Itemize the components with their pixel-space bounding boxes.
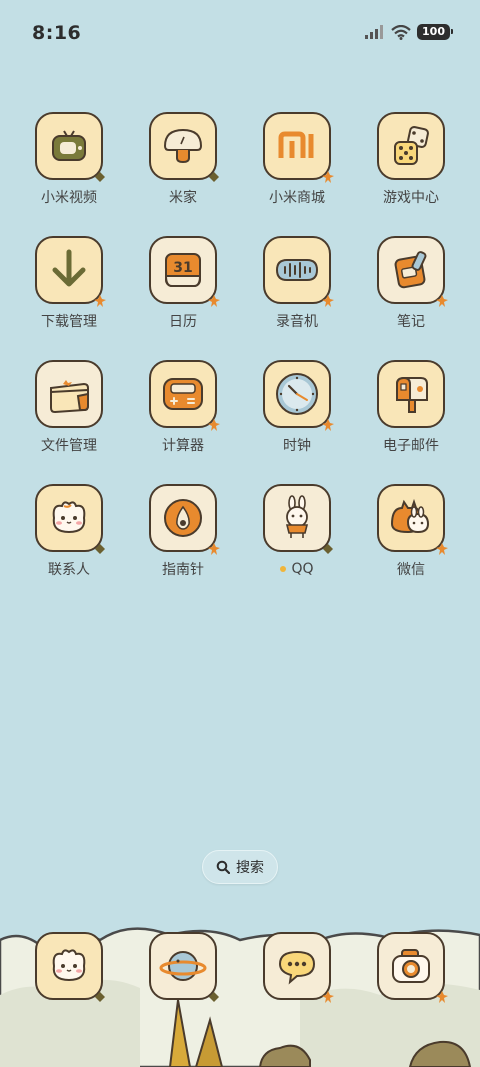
leaf-icon: [208, 543, 220, 555]
app-contacts[interactable]: 联系人: [12, 484, 126, 578]
app-label: QQ: [280, 560, 314, 578]
leaf-icon: [209, 172, 219, 182]
leaf-icon: [209, 992, 219, 1002]
new-install-dot: [280, 566, 287, 572]
app-label: 文件管理: [41, 438, 97, 454]
app-compass[interactable]: 指南针: [126, 484, 240, 578]
search-label: 搜索: [236, 860, 264, 876]
search-icon: [216, 860, 230, 874]
app-file-manager[interactable]: 文件管理: [12, 360, 126, 454]
leaf-icon: [322, 295, 334, 307]
app-label: 指南针: [162, 562, 204, 578]
planet-icon: [159, 951, 207, 981]
battery-icon: 100: [417, 24, 453, 40]
status-bar: 8:16 100: [0, 0, 480, 68]
app-wechat[interactable]: 微信: [354, 484, 468, 578]
app-label: 下载管理: [41, 314, 97, 330]
calendar-icon: 31: [164, 253, 202, 287]
download-arrow-icon: [52, 249, 86, 287]
app-grid: 小米视频 米家 小米商城 游戏中心 下载管理 31 日历 录音机 笔记 文件管理…: [12, 112, 468, 578]
mi-logo-icon: [278, 131, 314, 158]
leaf-icon: [323, 544, 333, 554]
leaf-icon: [322, 991, 334, 1003]
app-label: 游戏中心: [383, 190, 439, 206]
leaf-icon: [436, 295, 448, 307]
leaf-icon: [436, 991, 448, 1003]
app-game-center[interactable]: 游戏中心: [354, 112, 468, 206]
mailbox-icon: [396, 376, 428, 413]
app-downloads[interactable]: 下载管理: [12, 236, 126, 330]
search-button[interactable]: 搜索: [202, 850, 278, 884]
leaf-icon: [95, 992, 105, 1002]
bunny-face-icon: [52, 949, 86, 982]
folder-bag-icon: [50, 380, 89, 414]
app-label: 时钟: [283, 438, 311, 454]
status-time: 8:16: [32, 22, 82, 44]
app-mi-store[interactable]: 小米商城: [240, 112, 354, 206]
wifi-icon: [391, 24, 411, 40]
signal-icon: [365, 25, 384, 39]
leaf-icon: [94, 295, 106, 307]
calendar-date: 31: [173, 260, 192, 276]
app-label: 笔记: [397, 314, 425, 330]
clock-icon: [276, 373, 318, 415]
app-label: 计算器: [162, 438, 204, 454]
calculator-icon: [163, 378, 203, 410]
app-calendar[interactable]: 31 日历: [126, 236, 240, 330]
camera-icon: [392, 949, 430, 983]
app-mi-video[interactable]: 小米视频: [12, 112, 126, 206]
dock-messages[interactable]: [240, 932, 354, 1003]
app-qq[interactable]: QQ: [240, 484, 354, 578]
app-label: 联系人: [48, 562, 90, 578]
app-recorder[interactable]: 录音机: [240, 236, 354, 330]
app-label: 小米商城: [269, 190, 325, 206]
compass-icon: [164, 499, 202, 537]
leaf-icon: [95, 544, 105, 554]
leaf-icon: [208, 295, 220, 307]
leaf-icon: [436, 543, 448, 555]
app-mijia[interactable]: 米家: [126, 112, 240, 206]
app-label: 小米视频: [41, 190, 97, 206]
cat-bunny-icon: [390, 498, 430, 534]
mushroom-icon: [163, 128, 203, 164]
app-notes[interactable]: 笔记: [354, 236, 468, 330]
notepad-icon: [394, 251, 427, 289]
app-label: 电子邮件: [383, 438, 439, 454]
leaf-icon: [208, 419, 220, 431]
app-label: 日历: [169, 314, 197, 330]
app-label: 米家: [169, 190, 197, 206]
dock-browser[interactable]: [126, 932, 240, 1002]
dice-icon: [394, 126, 429, 165]
bunny-face-icon: [52, 501, 86, 534]
sound-wave-icon: [275, 259, 319, 281]
app-clock[interactable]: 时钟: [240, 360, 354, 454]
leaf-icon: [95, 172, 105, 182]
app-label-text: QQ: [291, 561, 314, 577]
app-label: 微信: [397, 562, 425, 578]
leaf-icon: [322, 419, 334, 431]
app-calculator[interactable]: 计算器: [126, 360, 240, 454]
tv-icon: [52, 130, 86, 161]
status-icons: 100: [365, 24, 453, 40]
app-email[interactable]: 电子邮件: [354, 360, 468, 454]
dock-phone[interactable]: [12, 932, 126, 1002]
leaf-icon: [322, 171, 334, 183]
dock: [12, 932, 468, 1003]
dock-camera[interactable]: [354, 932, 468, 1003]
bunny-character-icon: [285, 495, 309, 538]
app-label: 录音机: [276, 314, 318, 330]
chat-bubble-icon: [278, 950, 316, 985]
